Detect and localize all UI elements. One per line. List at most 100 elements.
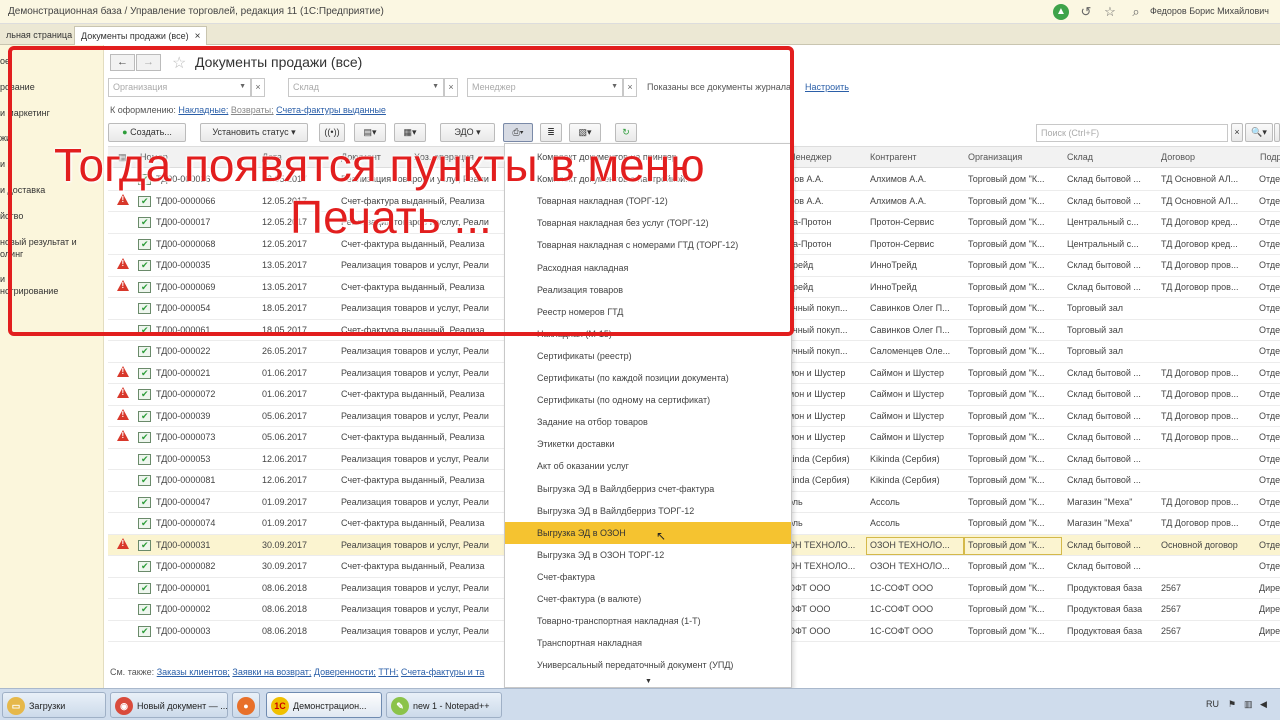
print-menu-item[interactable]: Акт об оказании услуг <box>505 455 791 477</box>
taskbar-1c[interactable]: 1C Демонстрацион... <box>266 692 382 718</box>
col-organization[interactable]: Организация <box>968 152 1022 162</box>
update-icon[interactable]: ▲ <box>1053 4 1069 20</box>
cell-organization: Торговый дом "К... <box>968 625 1045 636</box>
cell-counterparty: Ассоль <box>870 496 900 507</box>
taskbar-chrome[interactable]: ◉ Новый документ — ... <box>110 692 228 718</box>
print-menu-item[interactable]: Выгрузка ЭД в Вайлдберриз ТОРГ-12 <box>505 500 791 522</box>
search-button[interactable]: 🔍▾ <box>1245 123 1273 142</box>
cell-organization: Торговый дом "К... <box>968 604 1045 614</box>
tab-sales-documents[interactable]: Документы продажи (все) × <box>74 26 208 45</box>
selected-cell-frame <box>866 536 964 555</box>
cell-department: Отде <box>1259 303 1280 313</box>
warning-icon <box>117 430 129 441</box>
print-menu-item[interactable]: Сертификаты (по каждой позиции документа… <box>505 367 791 389</box>
cell-warehouse: Склад бытовой ... <box>1067 453 1141 464</box>
link-return-requests[interactable]: Заявки на возврат; <box>232 667 311 677</box>
print-menu-item[interactable]: Задание на отбор товаров <box>505 411 791 433</box>
cell-warehouse: Склад бытовой ... <box>1067 195 1141 206</box>
posted-document-icon <box>138 518 151 529</box>
link-invoices-etc[interactable]: Счета-фактуры и та <box>401 667 484 677</box>
col-department[interactable]: Подр <box>1260 152 1280 162</box>
col-contract[interactable]: Договор <box>1161 152 1195 162</box>
annotation-line-2: Печать ... <box>290 191 492 243</box>
print-menu-item[interactable]: Универсальный передаточный документ (УПД… <box>505 654 791 676</box>
taskbar-downloads[interactable]: ▭ Загрузки <box>2 692 106 718</box>
cell-counterparty: 1С-СОФТ ООО <box>870 604 934 614</box>
tray-network-icon[interactable]: ▥ <box>1244 699 1253 710</box>
print-menu-item[interactable]: Товарно-транспортная накладная (1-Т) <box>505 610 791 632</box>
cell-contract: ТД Основной АЛ... <box>1161 174 1239 184</box>
cell-contract: ТД Договор пров... <box>1161 432 1239 442</box>
current-user[interactable]: Федоров Борис Михайлович <box>1150 6 1269 16</box>
cell-counterparty: Саймон и Шустер <box>870 367 945 378</box>
print-menu-item[interactable]: Сертификаты (по одному на сертификат) <box>505 389 791 411</box>
cell-doc-type: Реализация товаров и услуг, Реали <box>341 453 489 464</box>
print-menu-item[interactable]: Выгрузка ЭД в ОЗОН ТОРГ-12 <box>505 544 791 566</box>
warning-icon <box>117 408 129 420</box>
cell-department: Отде <box>1259 389 1280 399</box>
tab-home[interactable]: льная страница <box>0 26 78 45</box>
sidebar-item[interactable]: и <box>0 158 5 170</box>
print-menu-item[interactable]: Счет-фактура (в валюте) <box>505 588 791 610</box>
cell-organization: Торговый дом "К... <box>968 281 1045 292</box>
print-menu-item[interactable]: Выгрузка ЭД в ОЗОН <box>505 521 791 544</box>
tray-flag-icon[interactable]: ⚑ <box>1228 699 1236 710</box>
posted-document-icon <box>138 346 151 357</box>
print-menu-item[interactable]: Сертификаты (реестр) <box>505 345 791 367</box>
favorites-star-icon[interactable]: ☆ <box>1102 4 1118 20</box>
scroll-down-icon[interactable]: ▼ <box>645 678 652 685</box>
cell-counterparty: Саймон и Шустер <box>870 389 945 399</box>
tray-volume-icon[interactable]: ◀ <box>1260 699 1267 710</box>
cell-department: Отде <box>1259 561 1280 571</box>
cell-manager: Трейд <box>788 260 814 270</box>
cell-warehouse: Продуктовая база <box>1067 604 1143 614</box>
cell-warehouse: Торговый зал <box>1067 346 1124 356</box>
taskbar-notepad-label: new 1 - Notepad++ <box>413 701 490 711</box>
chrome-icon: ◉ <box>115 697 133 715</box>
cell-contract: ТД Договор пров... <box>1161 367 1239 378</box>
cell-manager: мон и Шустер <box>788 410 846 421</box>
cell-doc-number: ТД00-0000081 <box>156 475 216 485</box>
cell-warehouse: Продуктовая база <box>1067 582 1143 593</box>
search-icon[interactable]: ⌕ <box>1128 4 1144 20</box>
cell-warehouse: Склад бытовой ... <box>1067 260 1141 270</box>
tab-home-label: льная страница <box>6 30 73 40</box>
cell-counterparty: Саймон и Шустер <box>870 410 945 421</box>
cell-doc-type: Реализация товаров и услуг, Реали <box>341 582 489 593</box>
col-manager[interactable]: Менеджер <box>788 152 832 162</box>
cell-manager: мов А.А. <box>788 195 824 206</box>
posted-document-icon <box>138 367 151 379</box>
clear-search-icon[interactable]: × <box>1231 123 1243 142</box>
sidebar-item[interactable]: и <box>0 273 5 285</box>
setup-link[interactable]: Настроить <box>805 82 849 92</box>
cell-counterparty: 1С-СОФТ ООО <box>870 625 934 636</box>
history-icon[interactable]: ↺ <box>1078 4 1094 20</box>
cell-counterparty: ИнноТрейд <box>870 281 917 292</box>
more-button[interactable] <box>1274 123 1280 142</box>
cell-organization: Торговый дом "К... <box>968 346 1045 356</box>
close-tab-icon[interactable]: × <box>195 31 201 42</box>
link-customer-orders[interactable]: Заказы клиентов; <box>157 667 230 677</box>
cell-warehouse: Магазин "Меха" <box>1067 518 1133 528</box>
cell-doc-date: 05.06.2017 <box>262 410 308 421</box>
cell-counterparty: ИнноТрейд <box>870 260 917 270</box>
col-counterparty[interactable]: Контрагент <box>870 152 917 162</box>
col-warehouse[interactable]: Склад <box>1067 152 1093 162</box>
print-menu-item[interactable]: Счет-фактура <box>505 566 791 588</box>
taskbar-firefox[interactable]: ● <box>232 692 260 718</box>
print-menu-item[interactable]: Транспортная накладная <box>505 632 791 654</box>
cell-manager: ОФТ ООО <box>788 625 831 636</box>
link-proxies[interactable]: Доверенности; <box>314 667 376 677</box>
print-menu-item[interactable]: Выгрузка ЭД в Вайлдберриз счет-фактура <box>505 478 791 500</box>
print-menu-item[interactable]: Этикетки доставки <box>505 433 791 455</box>
cell-department: Дире <box>1259 604 1280 614</box>
cell-organization: Торговый дом "К... <box>968 582 1045 593</box>
search-input[interactable]: Поиск (Ctrl+F) <box>1036 124 1228 142</box>
cell-manager: kinda (Сербия) <box>788 453 850 464</box>
language-indicator[interactable]: RU <box>1206 699 1219 709</box>
link-ttn[interactable]: ТТН; <box>378 667 398 677</box>
cell-manager: оль <box>788 496 803 507</box>
taskbar-notepad[interactable]: ✎ new 1 - Notepad++ <box>386 692 502 718</box>
cell-counterparty: Саломенцев Оле... <box>870 346 951 356</box>
cell-doc-date: 01.06.2017 <box>262 367 308 378</box>
